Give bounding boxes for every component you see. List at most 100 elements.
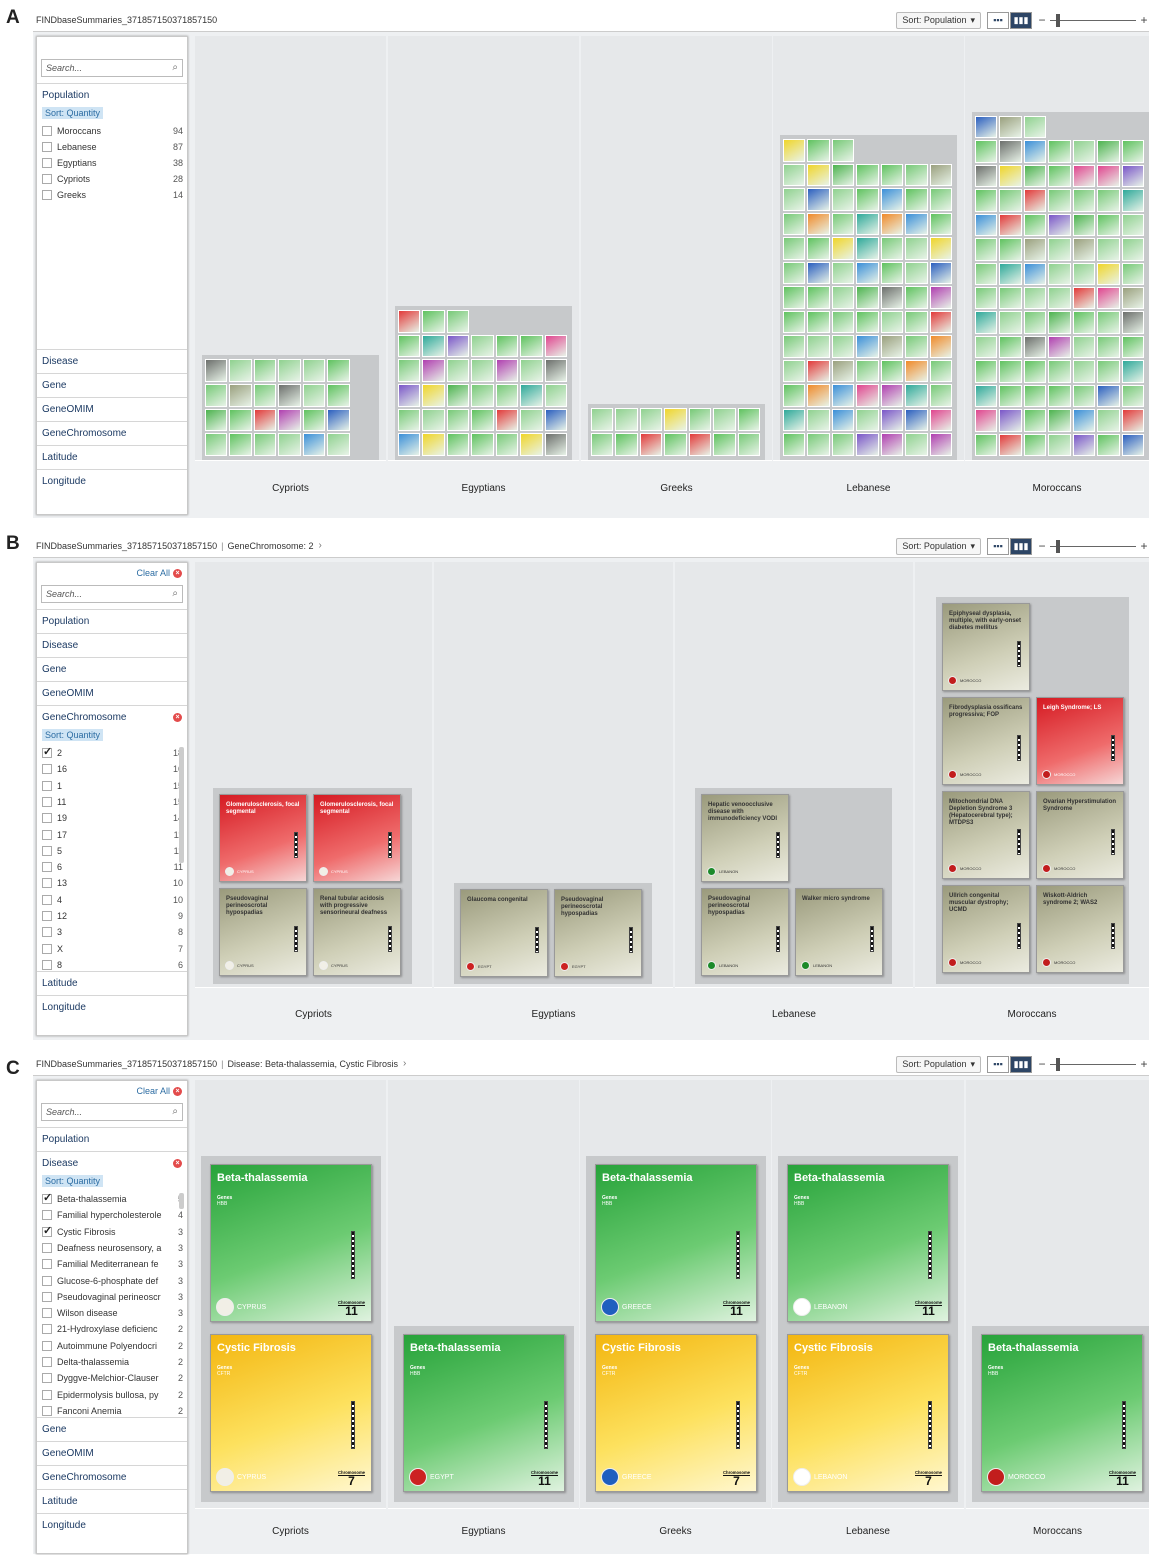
facet-longitude[interactable]: Longitude	[37, 469, 187, 515]
item-card[interactable]: Beta-thalassemia Genes HBB MOROCCO Chromosom…	[981, 1334, 1143, 1492]
item-card[interactable]: Cystic Fibrosis Genes CFTR CYPRUS Chromosome…	[210, 1334, 372, 1492]
item-tile[interactable]	[856, 408, 879, 432]
sort-quantity[interactable]: Sort: Quantity	[42, 729, 104, 741]
item-tile[interactable]	[495, 408, 519, 432]
item-tile[interactable]	[495, 359, 519, 382]
item-tile[interactable]	[999, 213, 1022, 237]
facet-genechromosome[interactable]: GeneChromosome	[37, 1465, 187, 1489]
item-tile[interactable]	[1023, 287, 1047, 310]
item-tile[interactable]	[929, 310, 952, 334]
item-tile[interactable]	[446, 334, 470, 358]
item-tile[interactable]	[807, 261, 830, 285]
item-tile[interactable]	[783, 359, 806, 383]
item-tile[interactable]	[856, 359, 879, 383]
item-tile[interactable]	[205, 359, 228, 382]
item-tile[interactable]	[831, 188, 855, 211]
item-tile[interactable]	[1023, 164, 1047, 188]
item-tile[interactable]	[1072, 287, 1096, 310]
item-tile[interactable]	[905, 286, 928, 309]
item-tile[interactable]	[905, 310, 928, 334]
item-tile[interactable]	[1048, 335, 1071, 359]
histogram-view-button[interactable]: ▮▮▮	[1010, 11, 1032, 29]
item-tile[interactable]	[1121, 335, 1144, 359]
item-tile[interactable]	[1023, 360, 1047, 383]
column-label[interactable]: Lebanese	[772, 1508, 964, 1554]
item-tile[interactable]	[975, 287, 998, 310]
item-tile[interactable]	[1023, 433, 1047, 456]
item-tile[interactable]	[1097, 384, 1120, 408]
item-tile[interactable]	[975, 311, 998, 334]
item-tile[interactable]	[783, 188, 806, 211]
item-tile[interactable]	[253, 359, 277, 382]
item-tile[interactable]	[929, 335, 952, 358]
item-tile[interactable]	[446, 408, 470, 432]
item-tile[interactable]	[929, 408, 952, 432]
item-tile[interactable]	[929, 286, 952, 309]
item-tile[interactable]	[1072, 164, 1096, 188]
item-tile[interactable]	[591, 408, 614, 431]
facet-latitude[interactable]: Latitude	[37, 971, 187, 995]
item-tile[interactable]	[905, 408, 928, 432]
item-tile[interactable]	[1048, 164, 1071, 188]
breadcrumb-filter[interactable]: GeneChromosome: 2	[227, 541, 313, 551]
item-tile[interactable]	[807, 335, 830, 358]
item-tile[interactable]	[905, 359, 928, 383]
item-card[interactable]: Wiskott-Aldrich syndrome 2; WAS2 MOROCCO	[1036, 885, 1124, 973]
item-tile[interactable]	[783, 433, 806, 456]
item-tile[interactable]	[975, 409, 998, 432]
facet-gene[interactable]: Gene	[37, 1417, 187, 1441]
column-label[interactable]: Egyptians	[434, 987, 673, 1040]
item-tile[interactable]	[398, 433, 421, 456]
facet-item[interactable]: Egyptians 38	[42, 155, 183, 171]
item-tile[interactable]	[639, 433, 663, 456]
checkbox[interactable]	[42, 174, 52, 184]
checkbox[interactable]	[42, 1389, 52, 1400]
item-tile[interactable]	[713, 433, 736, 456]
item-tile[interactable]	[929, 163, 952, 187]
checkbox[interactable]	[42, 745, 52, 758]
item-tile[interactable]	[999, 238, 1022, 261]
item-tile[interactable]	[229, 359, 252, 382]
item-tile[interactable]	[1048, 238, 1071, 261]
item-tile[interactable]	[688, 433, 712, 456]
zoom-slider[interactable]: − +	[1037, 1057, 1149, 1071]
item-tile[interactable]	[1023, 335, 1047, 359]
item-tile[interactable]	[446, 359, 470, 382]
item-tile[interactable]	[398, 310, 421, 333]
item-tile[interactable]	[664, 408, 687, 431]
item-tile[interactable]	[737, 408, 760, 431]
item-tile[interactable]	[905, 261, 928, 285]
item-tile[interactable]	[520, 334, 543, 358]
column-label[interactable]: Lebanese	[675, 987, 913, 1040]
item-tile[interactable]	[1072, 262, 1096, 285]
facet-genechromosome[interactable]: GeneChromosome ×	[37, 705, 187, 729]
facet-item[interactable]: Glucose-6-phosphate def 3	[42, 1273, 183, 1289]
item-tile[interactable]	[975, 360, 998, 383]
item-tile[interactable]	[495, 433, 519, 456]
item-tile[interactable]	[999, 164, 1022, 188]
item-tile[interactable]	[398, 408, 421, 432]
histogram-view-button[interactable]: ▮▮▮	[1010, 1055, 1032, 1073]
item-card[interactable]: Leigh Syndrome; LS MOROCCO	[1036, 697, 1124, 785]
clear-all-button[interactable]: Clear All ×	[136, 568, 182, 578]
item-tile[interactable]	[422, 433, 445, 456]
item-tile[interactable]	[929, 212, 952, 236]
item-tile[interactable]	[398, 334, 421, 358]
item-tile[interactable]	[880, 335, 904, 358]
item-tile[interactable]	[1023, 116, 1047, 139]
item-card[interactable]: Ovarian Hyperstimulation Syndrome MOROCCO	[1036, 791, 1124, 879]
item-card[interactable]: Glaucoma congenital EGYPT	[460, 889, 548, 977]
item-tile[interactable]	[831, 139, 855, 162]
item-tile[interactable]	[807, 433, 830, 456]
facet-item[interactable]: 21-Hydroxylase deficienc 2	[42, 1321, 183, 1337]
item-tile[interactable]	[783, 139, 806, 162]
item-tile[interactable]	[302, 408, 326, 432]
item-card[interactable]: Epiphyseal dysplasia, multiple, with ear…	[942, 603, 1030, 691]
checkbox[interactable]	[42, 943, 52, 954]
item-tile[interactable]	[278, 383, 301, 407]
item-tile[interactable]	[1121, 360, 1144, 383]
item-tile[interactable]	[880, 212, 904, 236]
item-tile[interactable]	[639, 408, 663, 431]
search-input[interactable]: Search... ⌕	[41, 59, 183, 77]
item-tile[interactable]	[205, 408, 228, 432]
